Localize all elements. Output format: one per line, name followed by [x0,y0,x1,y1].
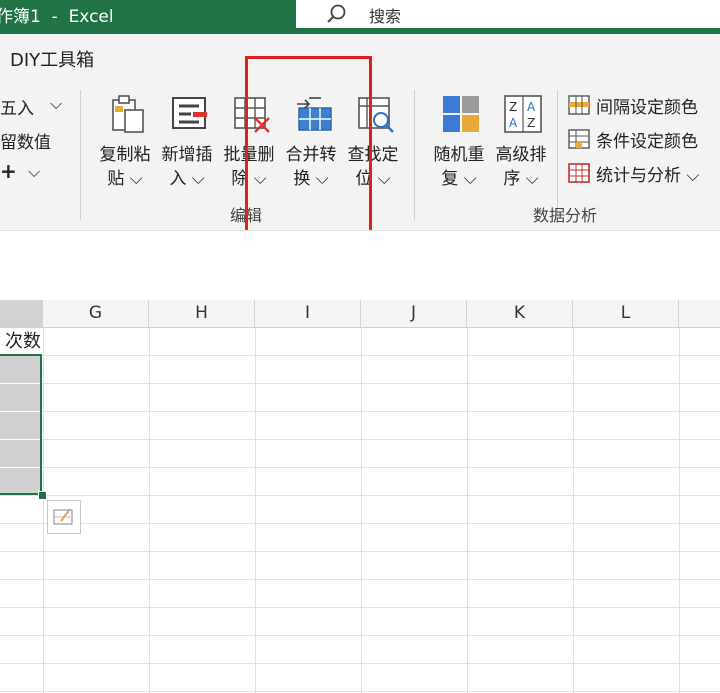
search-box[interactable] [296,0,720,28]
statistics-grid-icon [568,163,590,183]
tab-diy-toolbox[interactable]: DIY工具箱 [10,46,94,72]
sort-az-icon: Z A A Z [504,95,542,133]
column-header-k[interactable]: K [467,300,573,327]
round-button-label[interactable]: 五入 [0,94,34,119]
column-header-j[interactable]: J [361,300,467,327]
svg-text:Z: Z [527,116,535,130]
chevron-down-icon: ⌵ [129,169,143,189]
conditional-color-label: 条件设定颜色 [596,132,698,152]
grid-row-line [0,495,720,496]
selection-border [0,354,42,495]
grid-row-line [0,523,720,524]
column-headers: G H I J K L [0,300,720,328]
chevron-down-icon: ⌵ [377,169,391,189]
column-header-f[interactable] [0,300,43,327]
conditional-grid-icon [568,129,590,149]
statistics-analysis-label: 统计与分析 ⌵ [596,166,700,186]
chevron-down-icon: ⌵ [686,166,700,186]
advanced-sort-label: 高级排 [495,145,547,165]
data-analysis-group-label: 数据分析 [533,206,598,225]
interval-grid-icon [568,95,590,115]
interval-color-label: 间隔设定颜色 [596,98,698,118]
grid-row-line [0,439,720,440]
chevron-down-icon: ⌵ [191,169,205,189]
title-bar: 作簿1 - Excel 搜索 [0,0,720,34]
interval-color-button[interactable]: 间隔设定颜色 [568,92,718,118]
search-icon[interactable] [326,3,348,25]
advanced-sort-label-2: 序 ⌵ [503,169,539,189]
worksheet-grid[interactable] [0,328,720,693]
highlight-box [245,56,372,248]
keep-values-button-label[interactable]: 留数值 [0,128,51,153]
chevron-down-icon: ⌵ [525,169,539,189]
search-label[interactable]: 搜索 [369,3,401,27]
grid-row-line [0,383,720,384]
grid-row-line [0,411,720,412]
plus-icon[interactable]: + [0,159,17,183]
conditional-color-button[interactable]: 条件设定颜色 [568,126,718,152]
color-blocks-icon [443,96,479,132]
grid-row-line [0,467,720,468]
column-header-l[interactable]: L [573,300,679,327]
column-header-i[interactable]: I [255,300,361,327]
chevron-down-icon[interactable]: ⌵ [50,94,62,114]
svg-text:A: A [527,100,536,114]
window-title: 作簿1 - Excel [0,7,114,27]
grid-row-line [0,691,720,692]
fill-handle[interactable] [38,491,47,500]
grid-row-line [0,635,720,636]
group-separator [557,90,558,220]
chevron-down-icon: ⌵ [463,169,477,189]
grid-row-line [0,579,720,580]
grid-row-line [0,663,720,664]
formula-area [0,230,720,301]
column-header-h[interactable]: H [149,300,255,327]
grid-row-line [0,355,720,356]
quick-analysis-glyph-icon [53,508,73,525]
group-separator [80,90,81,220]
clipboard-icon [112,95,144,133]
statistics-analysis-button[interactable]: 统计与分析 ⌵ [568,160,718,186]
quick-analysis-icon[interactable] [47,500,81,534]
svg-text:Z: Z [509,100,517,114]
header-cell-count[interactable]: 次数 [0,328,41,355]
column-header-g[interactable]: G [43,300,149,327]
insert-rows-icon [172,97,207,129]
grid-row-line [0,607,720,608]
svg-text:A: A [509,116,518,130]
chevron-down-icon[interactable]: ⌵ [28,162,40,182]
grid-row-line [0,551,720,552]
group-separator [414,90,415,220]
